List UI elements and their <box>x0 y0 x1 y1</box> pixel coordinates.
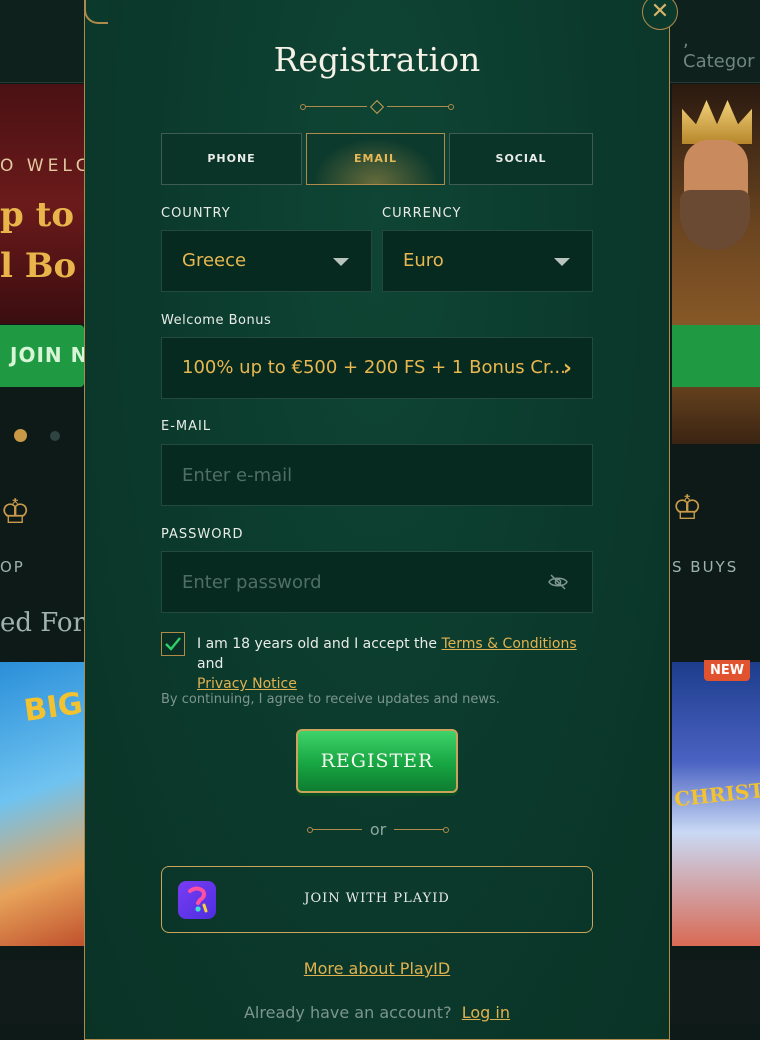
updates-notice: By continuing, I agree to receive update… <box>161 692 500 707</box>
password-field-wrapper <box>161 551 593 613</box>
crown-icon: ♔ <box>0 492 31 532</box>
carousel-dot[interactable] <box>50 431 60 441</box>
login-prompt: Already have an account? Log in <box>84 1003 670 1022</box>
tab-phone[interactable]: PHONE <box>161 133 302 185</box>
background-category-right[interactable]: S BUYS <box>672 558 738 576</box>
background-welcome-text: O WELC <box>0 156 92 176</box>
welcome-bonus-select[interactable]: 100% up to €500 + 200 FS + 1 Bonus Cr...… <box>161 337 593 399</box>
playid-label: JOIN WITH PLAYID <box>304 891 450 906</box>
background-join-button-right[interactable] <box>672 325 760 387</box>
background-join-label: JOIN N <box>10 343 84 367</box>
terms-text: I am 18 years old and I accept the Terms… <box>197 634 597 694</box>
country-value: Greece <box>182 250 247 271</box>
join-with-playid-button[interactable]: JOIN WITH PLAYID <box>161 866 593 933</box>
currency-label: CURRENCY <box>382 206 462 221</box>
terms-conditions-link[interactable]: Terms & Conditions <box>442 636 577 652</box>
currency-value: Euro <box>403 250 444 271</box>
welcome-bonus-label: Welcome Bonus <box>161 313 272 328</box>
or-divider: or <box>307 820 449 840</box>
email-field-wrapper <box>161 444 593 506</box>
terms-text-and: and <box>197 656 224 672</box>
country-label: COUNTRY <box>161 206 231 221</box>
modal-title: Registration <box>273 40 481 79</box>
chevron-right-icon: › <box>562 356 572 381</box>
password-field[interactable] <box>162 552 592 612</box>
background-search-text[interactable]: , Categor <box>683 30 760 72</box>
checkmark-icon <box>165 637 181 651</box>
password-label: PASSWORD <box>161 527 244 542</box>
eye-off-icon[interactable] <box>548 574 568 590</box>
title-divider <box>300 99 454 115</box>
age-terms-checkbox[interactable] <box>161 632 185 656</box>
tab-social[interactable]: SOCIAL <box>449 133 593 185</box>
chevron-down-icon <box>554 258 570 266</box>
privacy-notice-link[interactable]: Privacy Notice <box>197 676 297 692</box>
background-banner-line2: l Bo <box>0 246 77 286</box>
chevron-down-icon <box>333 258 349 266</box>
welcome-bonus-value: 100% up to €500 + 200 FS + 1 Bonus Cr... <box>182 357 566 378</box>
already-account-text: Already have an account? <box>243 1003 452 1022</box>
email-label: E-MAIL <box>161 419 212 434</box>
crown-icon-right: ♔ <box>672 488 703 528</box>
background-category-left[interactable]: OP <box>0 558 25 576</box>
tab-email[interactable]: EMAIL <box>306 133 445 185</box>
new-badge: NEW <box>704 660 751 681</box>
carousel-dot-active[interactable] <box>14 429 27 442</box>
register-button[interactable]: REGISTER <box>296 729 458 793</box>
email-field[interactable] <box>162 445 592 505</box>
more-about-playid: More about PlayID <box>84 959 670 978</box>
background-join-button[interactable]: JOIN N <box>0 325 84 387</box>
terms-text-before: I am 18 years old and I accept the <box>197 636 442 652</box>
currency-select[interactable]: Euro <box>382 230 593 292</box>
country-select[interactable]: Greece <box>161 230 372 292</box>
more-about-playid-link[interactable]: More about PlayID <box>304 959 450 978</box>
login-link[interactable]: Log in <box>462 1003 510 1022</box>
